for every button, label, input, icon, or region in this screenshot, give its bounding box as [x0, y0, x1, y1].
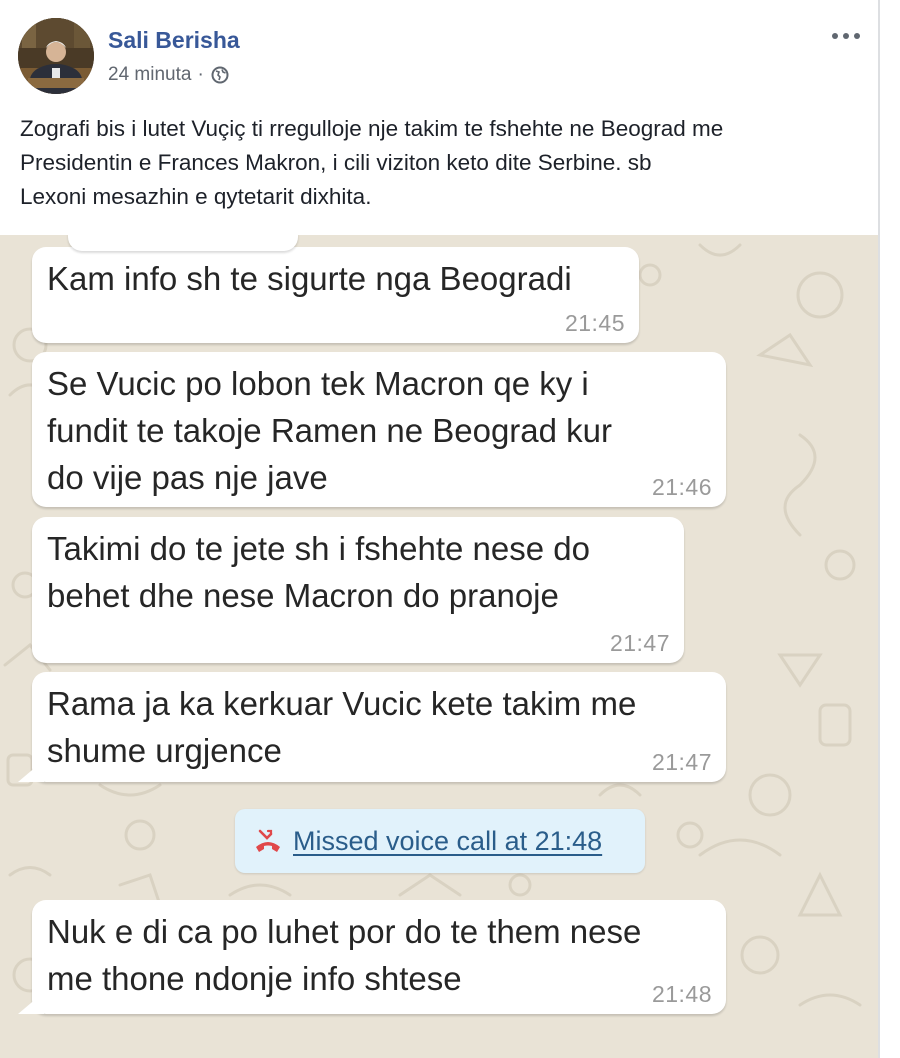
author-name[interactable]: Sali Berisha — [108, 27, 240, 54]
avatar-image — [18, 18, 94, 94]
more-options-icon — [832, 33, 838, 39]
chat-screenshot: Kam info sh te sigurte nga Beogradi 21:4… — [0, 235, 878, 1058]
post-text: Zografi bis i lutet Vuçiç ti rregulloje … — [20, 116, 724, 209]
globe-icon[interactable] — [210, 65, 230, 85]
message-time: 21:47 — [651, 749, 712, 775]
message-text: Takimi do te jete sh i fshehte nese do b… — [47, 530, 590, 614]
missed-call-icon — [256, 829, 280, 852]
chat-message: Se Vucic po lobon tek Macron qe ky i fun… — [32, 352, 726, 507]
chat-message: Takimi do te jete sh i fshehte nese do b… — [32, 517, 684, 663]
more-options-dot — [854, 33, 860, 39]
chat-message: Kam info sh te sigurte nga Beogradi 21:4… — [32, 235, 639, 343]
meta-separator: · — [197, 64, 204, 85]
message-time: 21:48 — [651, 981, 712, 1007]
message-time: 21:46 — [651, 474, 712, 500]
message-text: Kam info sh te sigurte nga Beogradi — [47, 260, 572, 297]
previous-bubble-edge — [68, 235, 298, 251]
missed-call-notice[interactable]: Missed voice call at 21:48 — [235, 809, 645, 873]
message-text: Nuk e di ca po luhet por do te them nese… — [47, 913, 642, 997]
chat-message: Rama ja ka kerkuar Vucic kete takim me s… — [18, 672, 726, 782]
more-options-dot — [843, 33, 849, 39]
message-time: 21:47 — [609, 630, 670, 656]
missed-call-text[interactable]: Missed voice call at 21:48 — [293, 826, 602, 857]
message-text: Se Vucic po lobon tek Macron qe ky i fun… — [47, 365, 613, 496]
message-time: 21:45 — [564, 310, 625, 336]
avatar[interactable] — [18, 18, 94, 94]
more-options-button[interactable] — [824, 22, 868, 50]
facebook-post: Sali Berisha 24 minuta · Zografi bis i l… — [0, 0, 900, 1058]
chat-message: Nuk e di ca po luhet por do te them nese… — [18, 900, 726, 1014]
post-timestamp[interactable]: 24 minuta — [108, 64, 191, 86]
message-text: Rama ja ka kerkuar Vucic kete takim me s… — [47, 685, 637, 769]
post-meta: 24 minuta · — [108, 64, 230, 86]
